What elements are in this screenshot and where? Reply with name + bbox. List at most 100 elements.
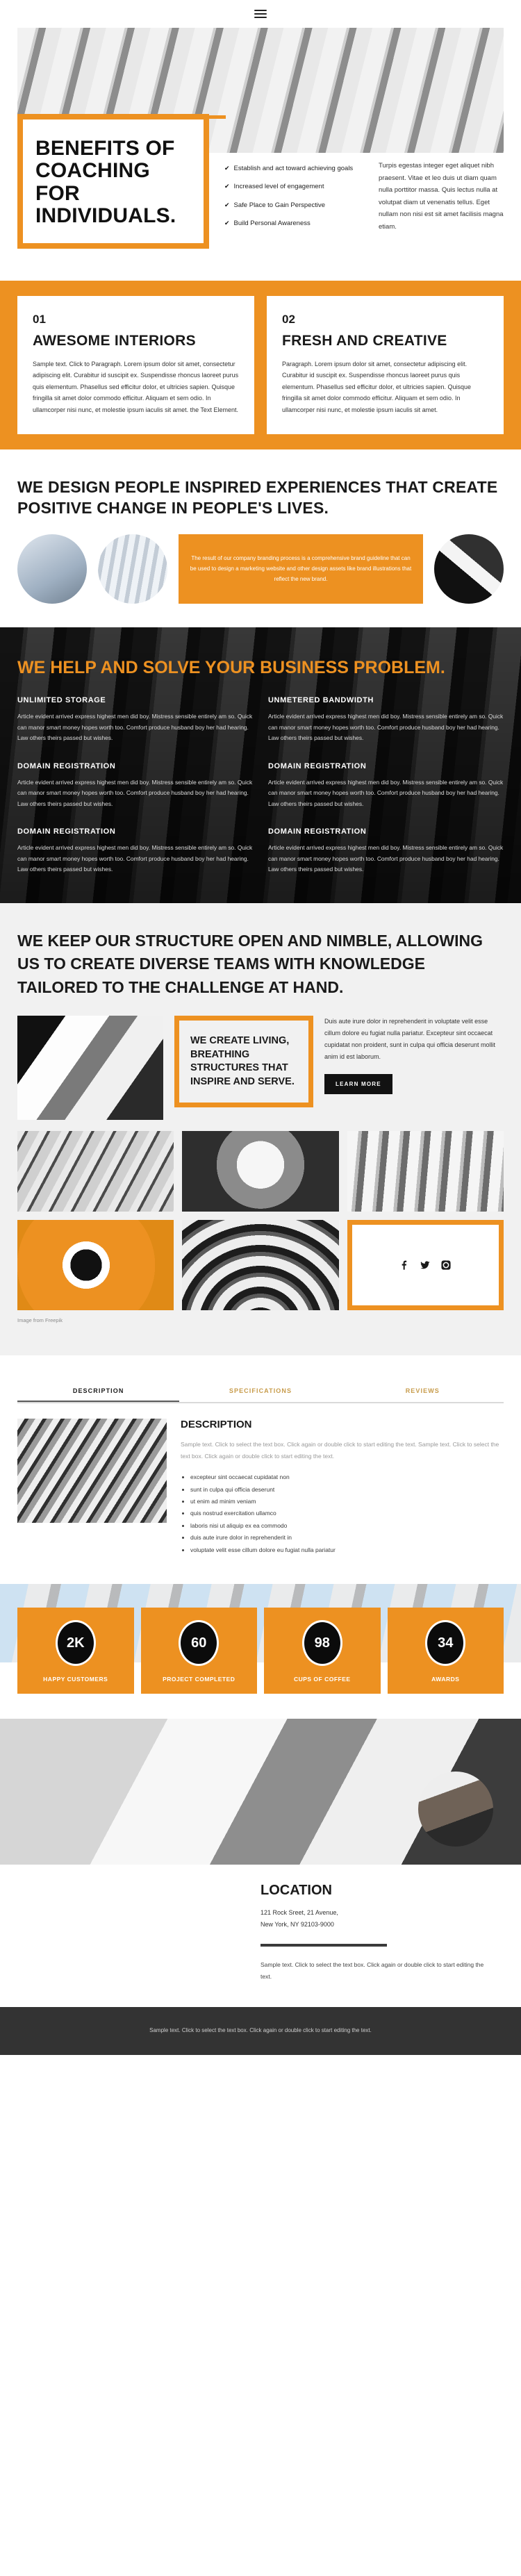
footer-text: Sample text. Click to select the text bo…	[149, 2026, 372, 2033]
design-section: WE DESIGN PEOPLE INSPIRED EXPERIENCES TH…	[0, 449, 521, 627]
checklist-label: Safe Place to Gain Perspective	[233, 201, 326, 209]
check-icon: ✔	[224, 219, 230, 226]
tabs-section: DESCRIPTION SPECIFICATIONS REVIEWS DESCR…	[0, 1355, 521, 1585]
service-item: UNMETERED BANDWIDTH Article evident arriv…	[268, 696, 504, 744]
gallery-image-2	[182, 1131, 339, 1212]
card-number: 01	[33, 312, 46, 326]
list-item: ✔ Establish and act toward achieving goal…	[224, 164, 363, 174]
description-bullets: excepteur sint occaecat cupidatat non su…	[181, 1471, 504, 1556]
image-credit: Image from Freepik	[17, 1317, 63, 1323]
structure-quote-box: WE CREATE LIVING, BREATHING STRUCTURES T…	[174, 1016, 313, 1108]
gallery-image-1	[17, 1131, 174, 1212]
avatar	[418, 1772, 493, 1847]
benefits-paragraph: Turpis egestas integer eget aliquet nibh…	[379, 162, 504, 231]
service-item: UNLIMITED STORAGE Article evident arrived…	[17, 696, 253, 744]
structure-section: WE KEEP OUR STRUCTURE OPEN AND NIMBLE, A…	[0, 902, 521, 1355]
description-title: DESCRIPTION	[181, 1419, 252, 1430]
feature-card: 01 AWESOME INTERIORS Sample text. Click …	[17, 295, 254, 434]
hamburger-menu-icon[interactable]	[254, 8, 267, 20]
service-text: Article evident arrived express highest …	[268, 778, 504, 807]
twitter-icon[interactable]	[420, 1260, 431, 1271]
stat-card: 98 CUPS OF COFFEE	[264, 1608, 381, 1694]
card-title: FRESH AND CREATIVE	[282, 332, 447, 349]
instagram-icon[interactable]	[440, 1260, 452, 1271]
social-links-box	[347, 1220, 504, 1310]
services-heading: WE HELP AND SOLVE YOUR BUSINESS PROBLEM.	[17, 657, 445, 677]
card-text: Sample text. Click to Paragraph. Lorem i…	[33, 360, 239, 414]
description-text: Sample text. Click to select the text bo…	[181, 1441, 499, 1460]
description-image	[17, 1419, 167, 1523]
list-item: quis nostrud exercitation ullamco	[190, 1508, 504, 1519]
stat-card: 34 AWARDS	[387, 1608, 504, 1694]
benefits-section: BENEFITS OF COACHING FOR INDIVIDUALS. ✔ E…	[0, 114, 521, 281]
list-item: duis aute irure dolor in reprehenderit i…	[190, 1532, 504, 1544]
page-title: BENEFITS OF COACHING FOR INDIVIDUALS.	[35, 137, 176, 228]
facebook-icon[interactable]	[399, 1260, 410, 1271]
service-text: Article evident arrived express highest …	[17, 713, 253, 742]
service-item: DOMAIN REGISTRATION Article evident arriv…	[268, 762, 504, 810]
card-number: 02	[282, 312, 295, 326]
stat-bubble: 2K	[55, 1620, 96, 1667]
check-icon: ✔	[224, 183, 230, 190]
service-title: DOMAIN REGISTRATION	[17, 827, 116, 836]
check-icon: ✔	[224, 201, 230, 208]
location-section: LOCATION 121 Rock Sreet, 21 Avenue, New …	[0, 1719, 521, 2007]
stat-label: AWARDS	[431, 1676, 460, 1683]
learn-more-button[interactable]: LEARN MORE	[324, 1074, 392, 1095]
stat-label: CUPS OF COFFEE	[293, 1676, 351, 1683]
service-title: DOMAIN REGISTRATION	[17, 761, 116, 770]
tab-description[interactable]: DESCRIPTION	[17, 1380, 179, 1402]
list-item: ut enim ad minim veniam	[190, 1496, 504, 1508]
structure-quote: WE CREATE LIVING, BREATHING STRUCTURES T…	[190, 1035, 295, 1087]
site-header	[0, 0, 521, 28]
circle-image-2	[98, 534, 167, 604]
section-heading: WE DESIGN PEOPLE INSPIRED EXPERIENCES TH…	[17, 477, 498, 517]
list-item: sunt in culpa qui officia deserunt	[190, 1484, 504, 1496]
list-item: excepteur sint occaecat cupidatat non	[190, 1471, 504, 1483]
service-text: Article evident arrived express highest …	[268, 713, 504, 742]
service-text: Article evident arrived express highest …	[17, 778, 253, 807]
branding-note: The result of our company branding proce…	[179, 534, 423, 604]
circle-image-1	[17, 534, 87, 604]
benefits-checklist: ✔ Establish and act toward achieving goal…	[224, 153, 363, 237]
structure-image	[17, 1016, 163, 1120]
tab-bar: DESCRIPTION SPECIFICATIONS REVIEWS	[17, 1380, 504, 1403]
service-item: DOMAIN REGISTRATION Article evident arriv…	[268, 827, 504, 875]
card-title: AWESOME INTERIORS	[33, 332, 196, 349]
service-item: DOMAIN REGISTRATION Article evident arriv…	[17, 762, 253, 810]
list-item: ✔ Safe Place to Gain Perspective	[224, 201, 363, 210]
benefits-title-box: BENEFITS OF COACHING FOR INDIVIDUALS.	[17, 114, 209, 249]
check-icon: ✔	[224, 165, 230, 172]
tab-specifications[interactable]: SPECIFICATIONS	[179, 1380, 341, 1402]
list-item: voluptate velit esse cillum dolore eu fu…	[190, 1544, 504, 1556]
structure-paragraph: Duis aute irure dolor in reprehenderit i…	[324, 1018, 495, 1061]
gallery-image-3	[347, 1131, 504, 1212]
stat-card: 60 PROJECT COMPLETED	[140, 1608, 257, 1694]
service-title: DOMAIN REGISTRATION	[268, 761, 367, 770]
location-title: LOCATION	[260, 1883, 332, 1899]
list-item: ✔ Build Personal Awareness	[224, 219, 363, 229]
stat-bubble: 60	[179, 1620, 220, 1667]
checklist-label: Establish and act toward achieving goals	[233, 165, 354, 172]
circle-image-3	[434, 534, 504, 604]
address-line-1: 121 Rock Sreet, 21 Avenue,	[260, 1909, 338, 1917]
address-line-2: New York, NY 92103-9000	[260, 1920, 334, 1928]
checklist-label: Build Personal Awareness	[233, 219, 311, 227]
site-footer: Sample text. Click to select the text bo…	[0, 2006, 521, 2055]
stat-value: 2K	[66, 1635, 85, 1651]
stats-section: 2K HAPPY CUSTOMERS 60 PROJECT COMPLETED …	[0, 1584, 521, 1719]
stat-value: 34	[438, 1635, 454, 1651]
card-text: Paragraph. Lorem ipsum dolor sit amet, c…	[282, 360, 471, 414]
divider	[260, 1944, 387, 1947]
service-item: DOMAIN REGISTRATION Article evident arriv…	[17, 827, 253, 875]
service-text: Article evident arrived express highest …	[17, 844, 253, 873]
tab-reviews[interactable]: REVIEWS	[342, 1380, 504, 1402]
gallery-image-4	[17, 1220, 174, 1310]
feature-cards-section: 01 AWESOME INTERIORS Sample text. Click …	[0, 280, 521, 449]
location-note: Sample text. Click to select the text bo…	[260, 1961, 484, 1980]
service-title: UNMETERED BANDWIDTH	[268, 696, 374, 705]
service-text: Article evident arrived express highest …	[268, 844, 504, 873]
stat-label: HAPPY CUSTOMERS	[43, 1676, 108, 1683]
stat-value: 98	[314, 1635, 330, 1651]
stat-bubble: 98	[301, 1620, 342, 1667]
